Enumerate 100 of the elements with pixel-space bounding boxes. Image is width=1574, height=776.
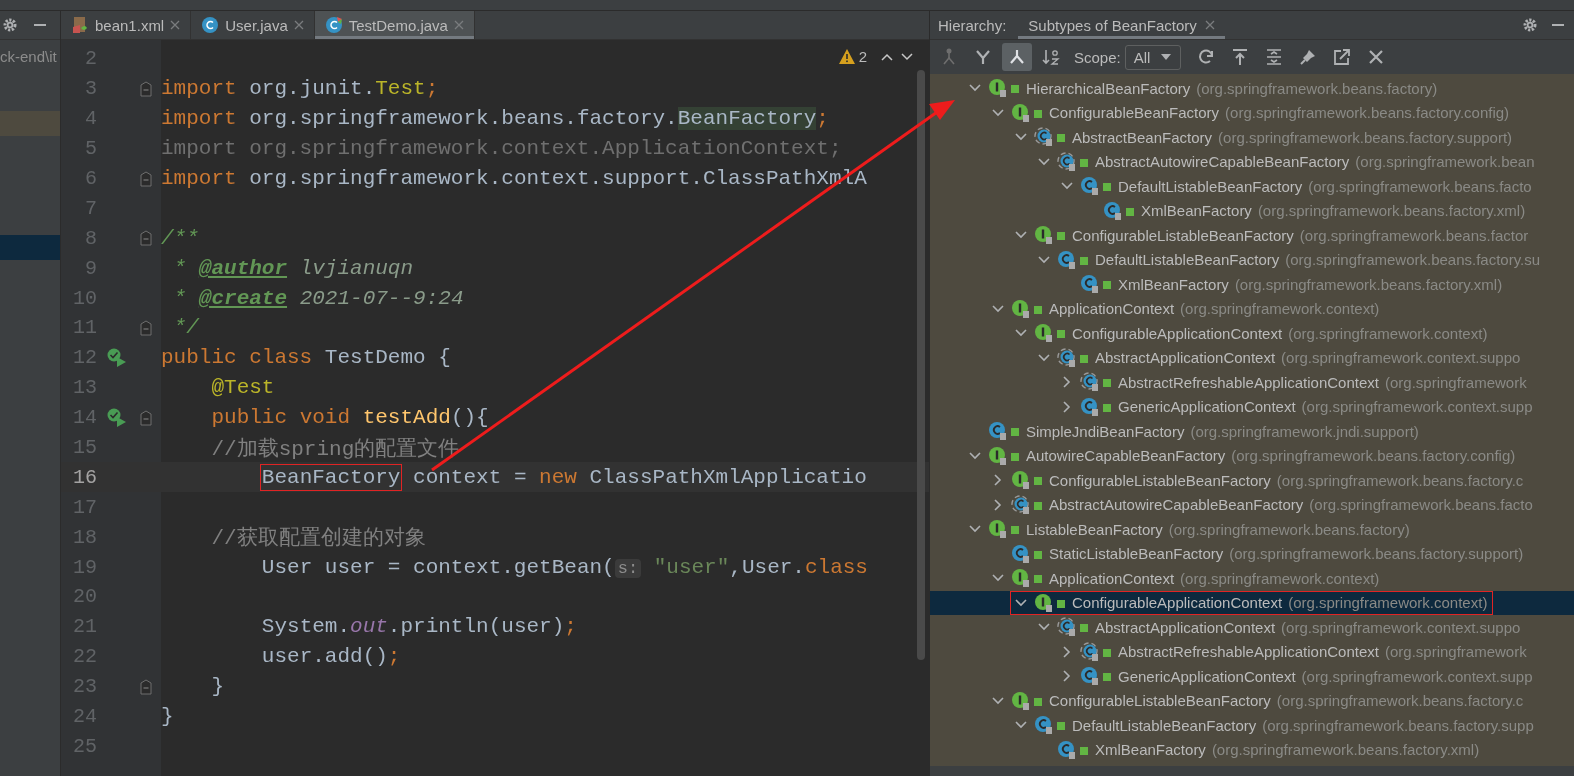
chevron-down-icon[interactable] [1015, 598, 1027, 607]
tree-row[interactable]: ConfigurableApplicationContext (org.springframework.context) [930, 321, 1574, 346]
tree-row[interactable]: AutowireCapableBeanFactory (org.springframework.beans.factory.config) [930, 443, 1574, 468]
tree-row[interactable]: AbstractRefreshableApplicationContext (org.springframework [930, 370, 1574, 395]
interface-icon [1011, 298, 1045, 319]
close-icon[interactable] [1204, 20, 1215, 30]
chevron-down-icon[interactable] [1061, 182, 1073, 191]
chevron-right-icon[interactable] [1063, 376, 1071, 389]
fold-marker-icon[interactable] [140, 678, 152, 695]
chevron-right-icon[interactable] [1063, 645, 1071, 658]
tree-row[interactable]: ConfigurableBeanFactory (org.springframework.beans.factory.config) [930, 100, 1574, 125]
chevron-right-icon[interactable] [994, 498, 1002, 511]
chevron-down-icon[interactable] [992, 108, 1004, 117]
hierarchy-icon [940, 48, 958, 66]
tree-row[interactable]: AbstractAutowireCapableBeanFactory (org.springframework.beans.facto [930, 492, 1574, 517]
type-name: DefaultListableBeanFactory [1072, 716, 1257, 734]
chevron-down-icon[interactable] [969, 525, 981, 534]
fold-marker-icon[interactable] [140, 80, 152, 97]
scrollbar-thumb[interactable] [917, 70, 925, 660]
chevron-right-icon[interactable] [994, 474, 1002, 487]
warning-icon[interactable] [838, 49, 855, 64]
code-token: TestDemo { [324, 346, 451, 370]
fold-marker-icon[interactable] [140, 319, 152, 336]
chevron-right-icon[interactable] [1063, 400, 1071, 413]
tree-row[interactable]: DefaultListableBeanFactory (org.springframework.beans.factory.su [930, 247, 1574, 272]
chevron-down-icon[interactable] [1015, 133, 1027, 142]
tree-row[interactable]: ApplicationContext (org.springframework.context) [930, 566, 1574, 591]
chevron-up-icon[interactable] [881, 52, 893, 61]
editor-tab[interactable]: bean1.xml [61, 11, 192, 39]
chevron-right-icon[interactable] [1063, 670, 1071, 683]
chevron-down-icon[interactable] [969, 84, 981, 93]
chevron-down-icon[interactable] [1038, 353, 1050, 362]
code-token: * [173, 256, 188, 280]
tree-row[interactable]: ConfigurableListableBeanFactory (org.springframework.beans.factory.c [930, 688, 1574, 713]
tree-row[interactable]: SimpleJndiBeanFactory (org.springframework.jndi.support) [930, 419, 1574, 444]
hierarchy-tab[interactable]: Subtypes of BeanFactory [1018, 11, 1225, 39]
tree-row[interactable]: DefaultListableBeanFactory (org.springframework.beans.facto [930, 174, 1574, 199]
chevron-down-icon[interactable] [1038, 157, 1050, 166]
tree-row[interactable]: XmlBeanFactory (org.springframework.beans.factory.xml) [930, 198, 1574, 223]
type-name: ListableBeanFactory [1026, 520, 1163, 538]
type-name: XmlBeanFactory [1095, 741, 1206, 759]
tree-row[interactable]: HierarchicalBeanFactory (org.springframework.beans.factory) [930, 76, 1574, 101]
chevron-down-icon[interactable] [992, 696, 1004, 705]
abstract-class-icon [1057, 151, 1091, 172]
tree-row[interactable]: AbstractRefreshableApplicationContext (org.springframework [930, 639, 1574, 664]
tree-row[interactable]: StaticListableBeanFactory (org.springframework.beans.factory.support) [930, 541, 1574, 566]
editor-tab[interactable]: User.java [191, 11, 315, 39]
tree-row[interactable]: AbstractApplicationContext (org.springframework.context.suppo [930, 615, 1574, 640]
interface-icon [1034, 323, 1068, 344]
fold-marker-icon[interactable] [140, 230, 152, 247]
chevron-down-icon[interactable] [1038, 623, 1050, 632]
interface-icon [1034, 592, 1068, 613]
chevron-down-icon[interactable] [1015, 329, 1027, 338]
subtypes-button[interactable] [1002, 43, 1032, 71]
package-name: (org.springframework.beans.factor [1299, 226, 1529, 244]
expand-all-icon [1265, 48, 1284, 66]
run-test-icon[interactable] [107, 407, 127, 428]
tree-row[interactable]: XmlBeanFactory (org.springframework.beans.factory.xml) [930, 272, 1574, 297]
close-icon[interactable] [170, 20, 181, 30]
close-icon[interactable] [293, 20, 304, 30]
test-class-icon [324, 16, 343, 34]
chevron-down-icon[interactable] [992, 304, 1004, 313]
tree-row[interactable]: AbstractAutowireCapableBeanFactory (org.springframework.bean [930, 149, 1574, 174]
fold-marker-icon[interactable] [140, 170, 152, 187]
tree-row[interactable]: GenericApplicationContext (org.springframework.context.supp [930, 664, 1574, 689]
chevron-down-icon[interactable] [1015, 721, 1027, 730]
fold-marker-icon[interactable] [140, 409, 152, 426]
subtypes-icon [1008, 48, 1026, 66]
tree-row[interactable]: AbstractBeanFactory (org.springframework.beans.factory.support) [930, 125, 1574, 150]
chevron-down-icon[interactable] [1038, 255, 1050, 264]
tree-row[interactable]: ConfigurableListableBeanFactory (org.springframework.beans.factor [930, 223, 1574, 248]
code-token: ; [425, 77, 439, 101]
chevron-down-icon[interactable] [1015, 231, 1027, 240]
abstract-class-icon [1057, 617, 1091, 638]
xml-file-icon [71, 16, 89, 34]
chevron-down-icon[interactable] [969, 451, 981, 460]
code-token: .println(user) [387, 615, 565, 639]
tree-row[interactable]: ListableBeanFactory (org.springframework.beans.factory) [930, 517, 1574, 542]
scope-dropdown[interactable]: All [1124, 44, 1182, 70]
type-name: DefaultListableBeanFactory [1095, 251, 1280, 269]
tree-row[interactable]: XmlBeanFactory (org.springframework.beans.factory.xml) [930, 737, 1574, 762]
tree-row[interactable]: ConfigurableListableBeanFactory (org.springframework.beans.factory.c [930, 468, 1574, 493]
scope-label: Scope: [1074, 48, 1121, 66]
code-token: class [804, 555, 868, 579]
editor-tab[interactable]: TestDemo.java [314, 11, 475, 39]
tree-row[interactable]: DefaultListableBeanFactory (org.springframework.beans.factory.supp [930, 713, 1574, 738]
tree-row[interactable]: ConfigurableApplicationContext (org.springframework.context) [930, 590, 1574, 615]
tree-row[interactable]: GenericApplicationContext (org.springframework.context.supp [930, 394, 1574, 419]
chevron-down-icon[interactable] [901, 52, 913, 61]
tree-row[interactable]: ApplicationContext (org.springframework.context) [930, 296, 1574, 321]
chevron-down-icon[interactable] [992, 574, 1004, 583]
settings-icon[interactable] [2, 17, 18, 33]
type-name: GenericApplicationContext [1118, 667, 1296, 685]
package-name: (org.springframework.context.suppo [1281, 618, 1521, 636]
run-test-icon[interactable] [107, 347, 127, 368]
type-name: XmlBeanFactory [1118, 275, 1229, 293]
class-icon [1057, 249, 1091, 270]
tree-row[interactable]: AbstractApplicationContext (org.springframework.context.suppo [930, 345, 1574, 370]
settings-icon[interactable] [1522, 17, 1538, 33]
abstract-class-icon [1034, 127, 1068, 148]
